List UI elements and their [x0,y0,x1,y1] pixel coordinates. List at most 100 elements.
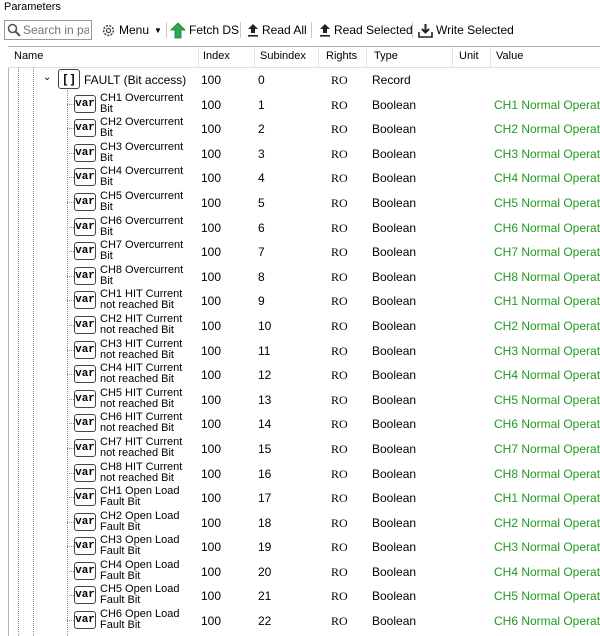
table-row[interactable]: var CH6 Overcurrent Bit 100 6 RO Boolean CH6 No… [0,215,600,240]
param-value[interactable]: CH5 Normal Operation ( [494,393,600,407]
param-subindex: 21 [258,589,272,604]
col-name[interactable]: Name [14,50,43,62]
variable-icon: var [74,414,96,433]
variable-icon: var [74,315,96,334]
col-index[interactable]: Index [203,50,230,62]
col-divider[interactable] [318,47,319,67]
toolbar-separator [311,22,312,38]
table-row[interactable]: var CH2 Open Load Fault Bit 100 18 RO Boolean C… [0,510,600,535]
param-value[interactable]: CH4 Normal Operation ( [494,171,600,185]
param-value[interactable]: CH1 Normal Operation ( [494,491,600,505]
upload-icon [248,24,258,37]
col-type[interactable]: Type [374,50,398,62]
param-rights: RO [331,318,348,333]
read-all-button[interactable]: Read All [247,19,307,41]
param-value[interactable]: CH8 Normal Operation ( [494,467,600,481]
table-row[interactable]: var CH3 Overcurrent Bit 100 3 RO Boolean CH3 No… [0,141,600,166]
col-divider[interactable] [366,47,367,67]
param-value[interactable]: CH2 Normal Operation ( [494,319,600,333]
table-row[interactable]: var CH7 HIT Current not reached Bit 100 15 RO… [0,436,600,461]
table-row[interactable]: var CH5 Overcurrent Bit 100 5 RO Boolean CH5 No… [0,190,600,215]
param-type: Boolean [372,146,417,161]
table-row[interactable]: var CH3 Open Load Fault Bit 100 19 RO Boolean C… [0,534,600,559]
table-row[interactable]: var CH2 Overcurrent Bit 100 2 RO Boolean CH2 No… [0,116,600,141]
table-row[interactable]: var CH1 HIT Current not reached Bit 100 9 RO B… [0,288,600,313]
param-rights: RO [331,515,348,530]
param-value[interactable]: CH3 Normal Operation ( [494,344,600,358]
group-type: Record [372,73,411,87]
param-type: Boolean [372,614,417,629]
param-value[interactable]: CH7 Normal Operation ( [494,442,600,456]
param-value[interactable]: CH5 Normal Operation ( [494,196,600,210]
param-value[interactable]: CH3 Normal Operation ( [494,540,600,554]
param-rights: RO [331,540,348,555]
param-value[interactable]: CH6 Normal Operation ( [494,417,600,431]
param-value[interactable]: CH6 Normal Operation ( [494,614,600,628]
param-type: Boolean [372,245,417,260]
table-row[interactable]: var CH1 Open Load Fault Bit 100 17 RO Boolean C… [0,485,600,510]
table-row[interactable]: var CH6 Open Load Fault Bit 100 22 RO Boolean C… [0,608,600,633]
variable-icon: var [74,512,96,531]
col-divider[interactable] [452,47,453,67]
table-row[interactable]: var CH1 Overcurrent Bit 100 1 RO Boolean CH1 No… [0,92,600,117]
col-divider[interactable] [254,47,255,67]
col-rights[interactable]: Rights [326,50,357,62]
param-value[interactable]: CH5 Normal Operation ( [494,589,600,603]
search-input[interactable] [21,23,91,37]
table-row[interactable]: var CH2 HIT Current not reached Bit 100 10 RO… [0,313,600,338]
param-rights: RO [331,491,348,506]
param-index: 100 [201,466,222,481]
table-row[interactable]: var CH4 Overcurrent Bit 100 4 RO Boolean CH4 No… [0,165,600,190]
param-value[interactable]: CH1 Normal Operation ( [494,98,600,112]
variable-icon: var [74,586,96,605]
variable-icon: var [74,438,96,457]
col-unit[interactable]: Unit [459,50,479,62]
param-value[interactable]: CH4 Normal Operation ( [494,368,600,382]
table-row[interactable]: var CH4 Open Load Fault Bit 100 20 RO Boolean C… [0,559,600,584]
table-row[interactable]: var CH3 HIT Current not reached Bit 100 11 RO… [0,338,600,363]
param-value[interactable]: CH7 Normal Operation ( [494,245,600,259]
param-value[interactable]: CH6 Normal Operation ( [494,221,600,235]
param-value[interactable]: CH3 Normal Operation ( [494,147,600,161]
menu-button[interactable]: Menu ▼ [101,19,162,41]
table-row[interactable]: var CH8 Overcurrent Bit 100 8 RO Boolean CH8 No… [0,264,600,289]
param-rights: RO [331,392,348,407]
upload-icon [320,24,330,37]
table-row[interactable]: var CH5 HIT Current not reached Bit 100 13 RO… [0,387,600,412]
param-rights: RO [331,294,348,309]
col-divider[interactable] [490,47,491,67]
table-row[interactable]: var CH4 HIT Current not reached Bit 100 12 RO… [0,362,600,387]
param-rights: RO [331,220,348,235]
col-subindex[interactable]: Subindex [260,50,306,62]
param-value[interactable]: CH2 Normal Operation ( [494,516,600,530]
param-rights: RO [331,146,348,161]
search-box[interactable] [4,20,92,40]
param-value[interactable]: CH2 Normal Operation ( [494,122,600,136]
param-name-line2: Fault Bit [100,520,141,533]
param-subindex: 15 [258,441,272,456]
param-name: CH2 Open Load Fault Bit [100,510,180,533]
tree-group-row[interactable]: ⌄ [ ] FAULT (Bit access) 100 0 RO Record [0,67,600,92]
table-row[interactable]: var CH7 Overcurrent Bit 100 7 RO Boolean CH7 No… [0,239,600,264]
param-index: 100 [201,564,222,579]
table-row[interactable]: var CH6 HIT Current not reached Bit 100 14 RO… [0,411,600,436]
chevron-down-icon[interactable]: ⌄ [43,72,51,83]
param-subindex: 3 [258,146,265,161]
param-index: 100 [201,294,222,309]
col-value[interactable]: Value [496,50,523,62]
param-value[interactable]: CH1 Normal Operation ( [494,294,600,308]
col-divider[interactable] [198,47,199,67]
param-name: CH6 Overcurrent Bit [100,215,183,238]
tree-branch-line [67,226,74,229]
variable-icon: var [74,192,96,211]
write-selected-button[interactable]: Write Selected [418,19,514,41]
param-index: 100 [201,245,222,260]
param-index: 100 [201,417,222,432]
group-rights: RO [331,73,348,87]
read-selected-button[interactable]: Read Selected [319,19,413,41]
table-row[interactable]: var CH5 Open Load Fault Bit 100 21 RO Boolean C… [0,583,600,608]
param-value[interactable]: CH8 Normal Operation ( [494,270,600,284]
table-row[interactable]: var CH8 HIT Current not reached Bit 100 16 RO… [0,461,600,486]
param-value[interactable]: CH4 Normal Operation ( [494,565,600,579]
fetch-ds-button[interactable]: Fetch DS [170,19,239,41]
